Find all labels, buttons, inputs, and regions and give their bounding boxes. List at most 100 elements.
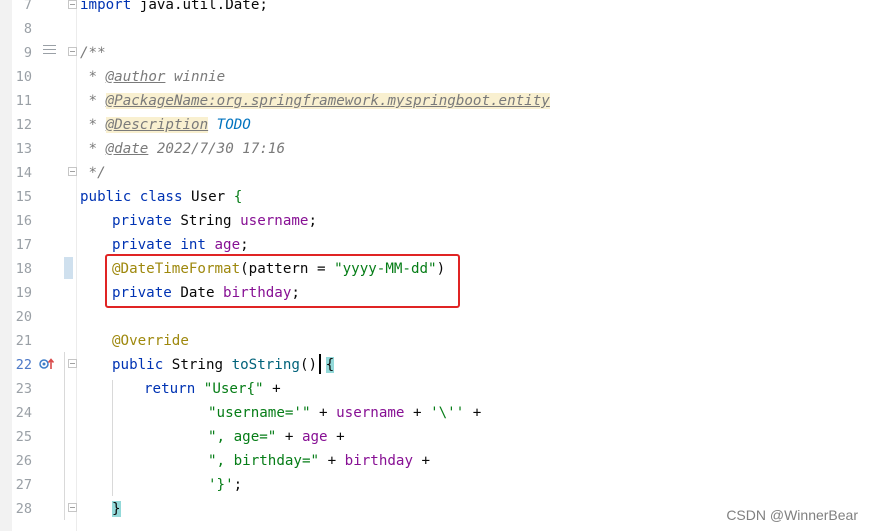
fold-marker[interactable] bbox=[68, 167, 77, 176]
gutter-separator bbox=[76, 0, 77, 531]
field-name: age bbox=[301, 429, 328, 445]
javadoc-tag: @PackageName:org.springframework.mysprin… bbox=[105, 93, 550, 109]
comment-text: /** bbox=[80, 45, 106, 61]
line-number[interactable]: 21 bbox=[12, 329, 32, 353]
line-number[interactable]: 11 bbox=[12, 89, 32, 113]
code-line-11[interactable]: * @PackageName:org.springframework.myspr… bbox=[80, 89, 550, 113]
brace: { bbox=[233, 189, 243, 205]
operator: + bbox=[276, 429, 302, 445]
code-text: () bbox=[299, 357, 326, 373]
annotation: @Override bbox=[112, 333, 189, 349]
todo-marker: TODO bbox=[216, 117, 251, 133]
string-literal: "User{" bbox=[195, 381, 264, 397]
indent-guide bbox=[112, 380, 113, 496]
field-name: username bbox=[240, 213, 309, 229]
code-line-28[interactable]: } bbox=[112, 497, 121, 521]
code-line-13[interactable]: * @date 2022/7/30 17:16 bbox=[80, 137, 285, 161]
line-number[interactable]: 24 bbox=[12, 401, 32, 425]
code-line-26[interactable]: ", birthday=" + birthday + bbox=[208, 449, 430, 473]
keyword: public bbox=[112, 357, 164, 373]
line-number[interactable]: 17 bbox=[12, 233, 32, 257]
semicolon: ; bbox=[233, 477, 243, 493]
line-number[interactable]: 26 bbox=[12, 449, 32, 473]
line-number[interactable]: 9 bbox=[12, 41, 32, 65]
class-name: User bbox=[182, 189, 234, 205]
text-caret bbox=[319, 354, 321, 374]
code-line-7[interactable]: import java.util.Date; bbox=[80, 0, 268, 17]
javadoc-tag: @date bbox=[105, 141, 149, 157]
operator: + bbox=[413, 453, 431, 469]
line-number[interactable]: 23 bbox=[12, 377, 32, 401]
rendered-doc-icon[interactable] bbox=[43, 45, 56, 56]
line-number[interactable]: 8 bbox=[12, 17, 32, 41]
keyword: public class bbox=[80, 189, 183, 205]
fold-marker[interactable] bbox=[68, 503, 77, 512]
code-line-15[interactable]: public class User { bbox=[80, 185, 242, 209]
string-literal: ", birthday=" bbox=[208, 453, 320, 469]
line-number[interactable]: 16 bbox=[12, 209, 32, 233]
code-line-9[interactable]: /** bbox=[80, 41, 106, 65]
field-name: age bbox=[205, 237, 241, 253]
comment-text: 2022/7/30 17:16 bbox=[148, 141, 286, 157]
line-number[interactable]: 7 bbox=[12, 0, 32, 17]
line-number[interactable]: 19 bbox=[12, 281, 32, 305]
code-line-22[interactable]: public String toString() { bbox=[112, 353, 335, 377]
line-number[interactable]: 28 bbox=[12, 497, 32, 521]
keyword: private bbox=[112, 213, 172, 229]
code-line-12[interactable]: * @Description TODO bbox=[80, 113, 251, 137]
vcs-change-marker[interactable] bbox=[64, 257, 73, 279]
line-number[interactable]: 12 bbox=[12, 113, 32, 137]
code-text: java.util.Date; bbox=[131, 0, 268, 13]
field-name: username bbox=[336, 405, 405, 421]
type: String bbox=[163, 357, 232, 373]
operator: + bbox=[327, 429, 345, 445]
keyword: return bbox=[144, 381, 196, 397]
keyword: private int bbox=[112, 237, 206, 253]
fold-marker[interactable] bbox=[68, 0, 77, 9]
code-line-14[interactable]: */ bbox=[80, 161, 106, 185]
code-line-10[interactable]: * @author winnie bbox=[80, 65, 226, 89]
operator: + bbox=[319, 453, 345, 469]
code-line-27[interactable]: '}'; bbox=[208, 473, 242, 497]
code-line-23[interactable]: return "User{" + bbox=[144, 377, 281, 401]
type: String bbox=[171, 213, 241, 229]
code-line-25[interactable]: ", age=" + age + bbox=[208, 425, 345, 449]
keyword: import bbox=[80, 0, 132, 13]
comment-text: * bbox=[80, 69, 106, 85]
operator: + bbox=[404, 405, 431, 421]
line-number[interactable]: 20 bbox=[12, 305, 32, 329]
method-name: toString bbox=[231, 357, 300, 373]
string-literal: ", age=" bbox=[208, 429, 277, 445]
string-literal: "username='" bbox=[208, 405, 311, 421]
operator: + bbox=[310, 405, 337, 421]
line-number[interactable]: 13 bbox=[12, 137, 32, 161]
matched-brace: } bbox=[112, 501, 121, 517]
code-line-24[interactable]: "username='" + username + '\'' + bbox=[208, 401, 481, 425]
code-line-16[interactable]: private String username; bbox=[112, 209, 317, 233]
fold-marker[interactable] bbox=[68, 359, 77, 368]
javadoc-tag: @author bbox=[105, 69, 166, 85]
line-number[interactable]: 25 bbox=[12, 425, 32, 449]
line-number-active[interactable]: 22 bbox=[12, 353, 32, 377]
semicolon: ; bbox=[308, 213, 318, 229]
char-literal: '\'' bbox=[430, 405, 465, 421]
javadoc-tag: @Description bbox=[105, 117, 209, 133]
line-number[interactable]: 15 bbox=[12, 185, 32, 209]
fold-marker[interactable] bbox=[68, 47, 77, 56]
comment-text: * bbox=[80, 93, 106, 109]
line-number[interactable]: 18 bbox=[12, 257, 32, 281]
override-method-icon[interactable] bbox=[39, 357, 55, 371]
line-number[interactable]: 14 bbox=[12, 161, 32, 185]
semicolon: ; bbox=[240, 237, 249, 253]
watermark: CSDN @WinnerBear bbox=[726, 507, 858, 523]
line-number[interactable]: 10 bbox=[12, 65, 32, 89]
char-literal: '}' bbox=[208, 477, 234, 493]
matched-brace: { bbox=[325, 357, 335, 373]
gutter-band bbox=[0, 0, 12, 531]
fold-guide bbox=[64, 352, 65, 520]
comment-text: winnie bbox=[165, 69, 226, 85]
code-line-21[interactable]: @Override bbox=[112, 329, 189, 353]
code-text: + bbox=[263, 381, 281, 397]
comment-text: * bbox=[80, 141, 106, 157]
line-number[interactable]: 27 bbox=[12, 473, 32, 497]
